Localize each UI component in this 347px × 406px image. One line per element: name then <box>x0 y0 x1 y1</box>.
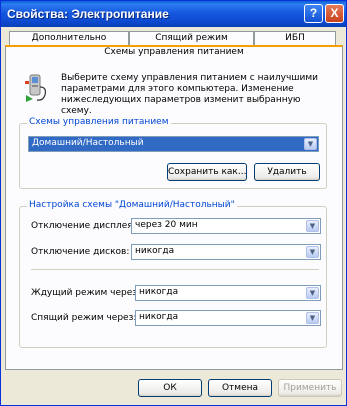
apply-button[interactable]: Применить <box>278 379 342 397</box>
window-title: Свойства: Электропитание <box>7 7 169 21</box>
tab-row-top: Дополнительно Спящий режим ИБП <box>1 31 346 45</box>
chevron-down-icon[interactable]: ▼ <box>306 246 319 258</box>
title-bar[interactable]: Свойства: Электропитание ? X <box>1 1 346 27</box>
ok-button[interactable]: ОК <box>138 379 202 397</box>
settings-group-title: Настройка схемы "Домашний/Настольный" <box>27 200 237 210</box>
standby-value: никогда <box>139 287 179 297</box>
help-button[interactable]: ? <box>304 4 323 23</box>
standby-label: Ждущий режим через: <box>31 288 141 298</box>
scheme-group-title: Схемы управления питанием <box>27 117 171 127</box>
save-as-button[interactable]: Сохранить как... <box>167 163 247 181</box>
display-off-value: через 20 мин <box>135 220 198 230</box>
close-button[interactable]: X <box>325 4 344 23</box>
hibernate-value: никогда <box>139 312 179 322</box>
hibernate-label: Спящий режим через: <box>31 313 137 323</box>
intro-text: Выберите схему управления питанием с наи… <box>61 73 318 116</box>
tab-hibernate[interactable]: Спящий режим <box>129 31 254 45</box>
disks-off-select[interactable]: никогда ▼ <box>131 244 321 260</box>
disks-off-value: никогда <box>135 246 175 256</box>
tab-power-schemes[interactable]: Схемы управления питанием <box>5 45 343 60</box>
chevron-down-icon[interactable]: ▼ <box>306 287 319 299</box>
standby-select[interactable]: никогда ▼ <box>135 285 321 301</box>
chevron-down-icon[interactable]: ▼ <box>306 220 319 232</box>
scheme-select[interactable]: Домашний/Настольный ▼ <box>28 136 319 152</box>
tab-ups[interactable]: ИБП <box>254 31 336 45</box>
disks-off-label: Отключение дисков: <box>31 247 130 257</box>
settings-separator <box>31 269 319 271</box>
chevron-down-icon[interactable]: ▼ <box>306 312 319 324</box>
delete-button[interactable]: Удалить <box>254 163 320 181</box>
cancel-button[interactable]: Отмена <box>208 379 272 397</box>
display-off-label: Отключение дисплея: <box>31 221 136 231</box>
display-off-select[interactable]: через 20 мин ▼ <box>131 218 321 234</box>
properties-window: Свойства: Электропитание ? X Дополнитель… <box>0 0 347 406</box>
chevron-down-icon[interactable]: ▼ <box>304 138 317 150</box>
power-plug-icon <box>25 74 47 102</box>
hibernate-select[interactable]: никогда ▼ <box>135 310 321 326</box>
tab-advanced[interactable]: Дополнительно <box>9 31 129 45</box>
scheme-select-value: Домашний/Настольный <box>32 138 144 148</box>
